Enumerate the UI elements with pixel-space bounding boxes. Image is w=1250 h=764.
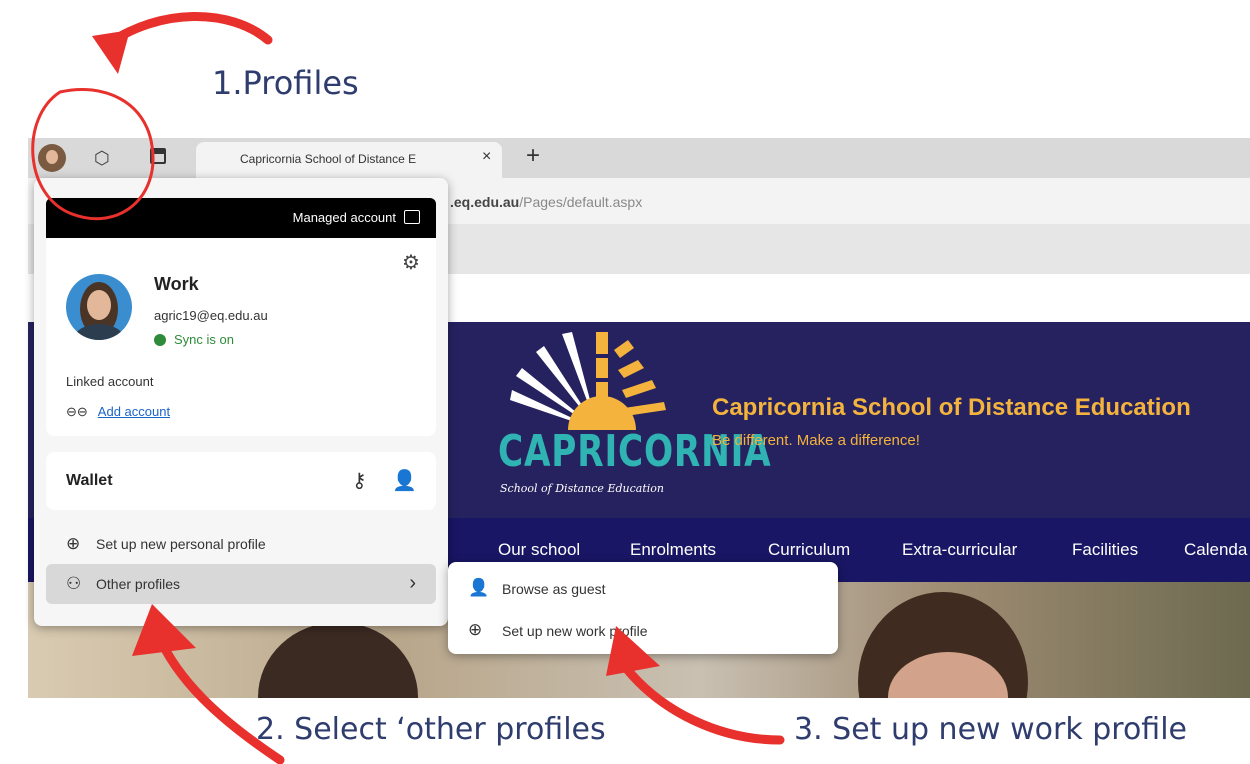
annotation-overlay [31, 12, 785, 764]
arrow-2-head [132, 604, 196, 656]
arrow-1-curve [103, 12, 273, 49]
arrow-3-head [606, 626, 660, 676]
arrow-1-head [92, 30, 130, 74]
step2-annotation: 2. Select ‘other profiles [256, 712, 606, 747]
arrow-3-curve [621, 663, 785, 745]
circle-profile [31, 87, 155, 221]
step3-annotation: 3. Set up new work profile [794, 712, 1187, 747]
